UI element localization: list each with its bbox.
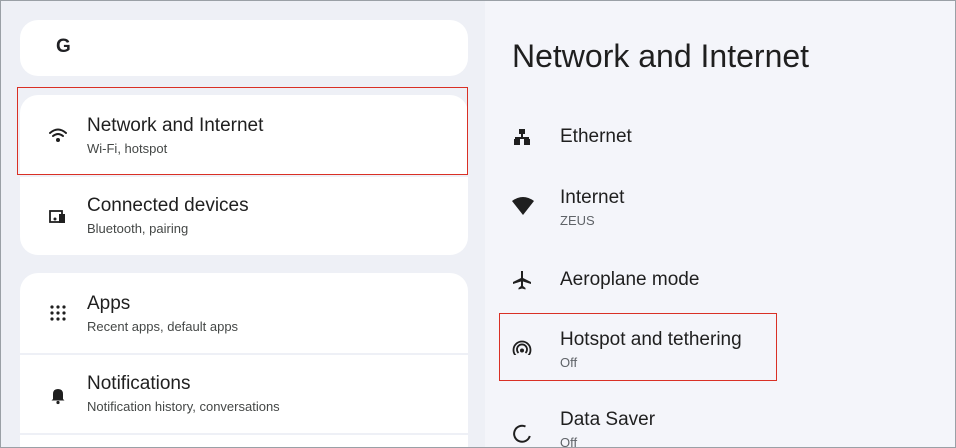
airplane-icon	[511, 269, 533, 291]
divider	[20, 433, 468, 435]
sidebar-item-title: Apps	[87, 293, 131, 314]
sidebar-item-connected-devices[interactable]: Connected devices Bluetooth, pairing	[20, 177, 468, 255]
sidebar-item-title: Connected devices	[87, 195, 249, 216]
settings-item-title: Aeroplane mode	[560, 269, 700, 290]
sidebar: G Network and Internet Wi-Fi, hotspot Co…	[1, 1, 485, 447]
search-bar[interactable]: G	[20, 20, 468, 76]
settings-item-subtitle: ZEUS	[560, 213, 595, 228]
wifi-signal-icon	[511, 195, 534, 217]
settings-item-title: Data Saver	[560, 409, 656, 430]
settings-item-title: Internet	[560, 187, 625, 208]
devices-icon	[48, 207, 68, 227]
hotspot-highlight	[499, 313, 777, 381]
selection-highlight	[17, 87, 468, 175]
sidebar-item-title: Notifications	[87, 373, 191, 394]
data-saver-icon	[511, 423, 533, 445]
settings-item-subtitle: Off	[560, 435, 578, 448]
settings-window: G Network and Internet Wi-Fi, hotspot Co…	[0, 0, 956, 448]
sidebar-item-notifications[interactable]: Notifications Notification history, conv…	[20, 355, 468, 433]
settings-item-internet[interactable]: Internet ZEUS	[485, 179, 955, 245]
sidebar-card-apps: Apps Recent apps, default apps Notificat…	[20, 273, 468, 447]
page-title: Network and Internet	[512, 38, 810, 74]
sidebar-item-subtitle: Recent apps, default apps	[87, 319, 239, 334]
settings-item-aeroplane-mode[interactable]: Aeroplane mode	[485, 257, 955, 305]
apps-grid-icon	[48, 303, 68, 323]
settings-item-data-saver[interactable]: Data Saver Off	[485, 399, 955, 448]
bell-icon	[48, 385, 68, 405]
settings-item-ethernet[interactable]: Ethernet	[485, 113, 955, 161]
sidebar-item-subtitle: Notification history, conversations	[87, 399, 280, 414]
sidebar-item-apps[interactable]: Apps Recent apps, default apps	[20, 273, 468, 353]
settings-item-title: Ethernet	[560, 126, 632, 147]
ethernet-icon	[511, 126, 533, 148]
sidebar-item-subtitle: Bluetooth, pairing	[87, 221, 189, 236]
google-logo: G	[56, 36, 71, 57]
